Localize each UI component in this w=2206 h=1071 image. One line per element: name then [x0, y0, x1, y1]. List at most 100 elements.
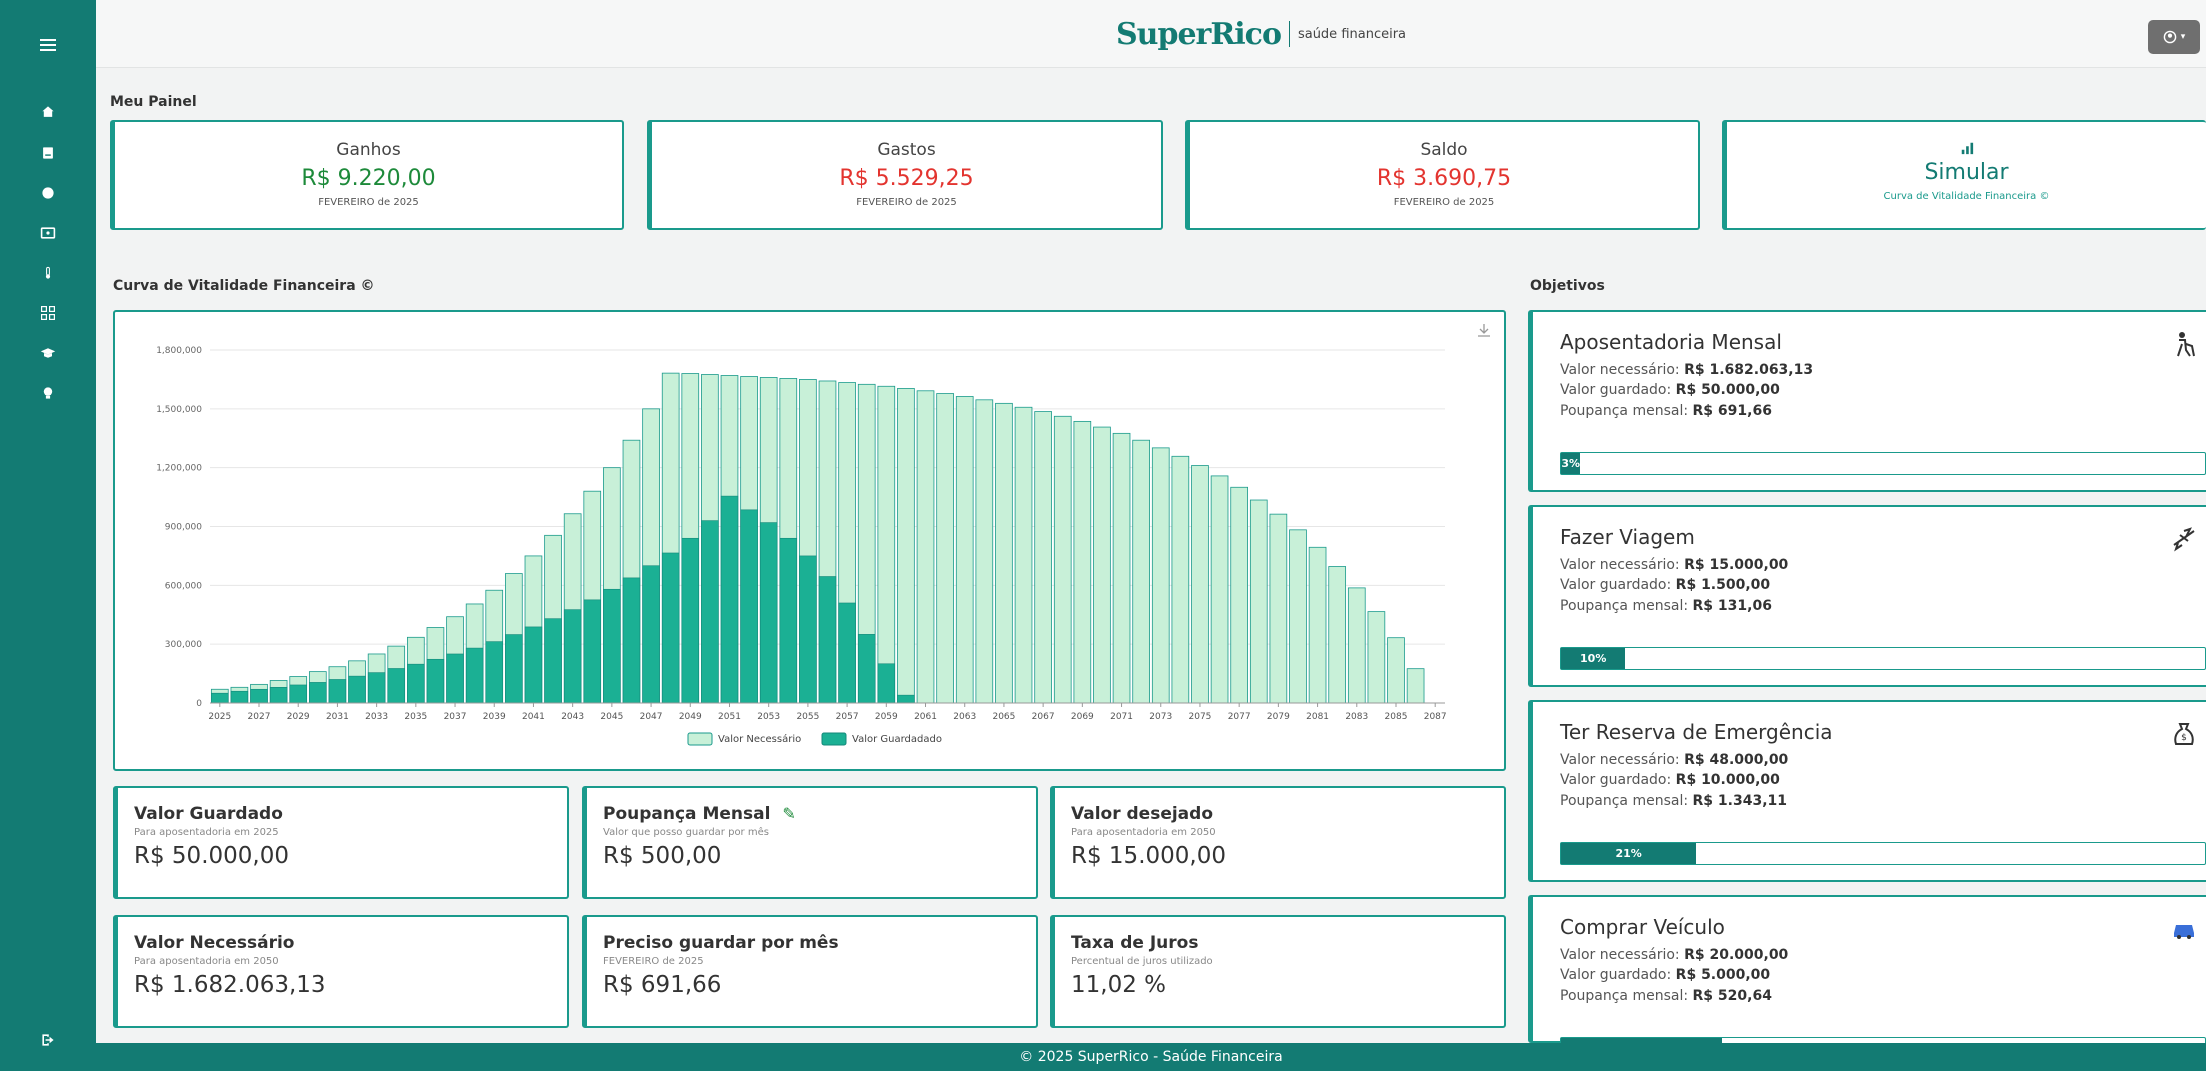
info-card-valor-guardado: Valor Guardado Para aposentadoria em 202… — [113, 786, 569, 899]
bar-valor-necessario — [1406, 668, 1425, 704]
bar-valor-guardado — [583, 599, 601, 704]
bar-valor-necessario — [1230, 486, 1248, 704]
y-tick-label: 300,000 — [165, 640, 202, 650]
money-icon[interactable] — [0, 218, 96, 248]
bar-valor-necessario — [1112, 432, 1131, 704]
x-tick-label: 2065 — [992, 712, 1015, 722]
stat-label: Gastos — [877, 140, 936, 160]
brand[interactable]: SuperRico saúde financeira — [1116, 0, 1406, 68]
info-title: Poupança Mensal — [603, 804, 771, 824]
info-card-preciso-guardar: Preciso guardar por mês FEVEREIRO de 202… — [582, 915, 1038, 1028]
x-tick-label: 2035 — [404, 712, 427, 722]
bar-valor-guardado — [720, 495, 739, 704]
info-card-taxa-juros: Taxa de Juros Percentual de juros utiliz… — [1050, 915, 1506, 1028]
svg-text:$: $ — [2181, 733, 2187, 743]
y-tick-label: 1,200,000 — [156, 464, 202, 474]
goal-saved: Valor guardado: R$ 50.000,00 — [1560, 382, 1780, 399]
stat-card-gastos: Gastos R$ 5.529,25 FEVEREIRO de 2025 — [647, 120, 1163, 230]
bar-valor-necessario — [1249, 499, 1268, 704]
goal-card-reserva[interactable]: Ter Reserva de Emergência $ Valor necess… — [1528, 700, 2206, 882]
bar-valor-guardado — [250, 688, 268, 704]
info-title: Valor Guardado — [134, 804, 283, 824]
globe-icon[interactable] — [0, 178, 96, 208]
thermometer-icon[interactable] — [0, 258, 96, 288]
y-tick-label: 600,000 — [165, 581, 202, 591]
goal-card-viagem[interactable]: Fazer Viagem Valor necessário: R$ 15.000… — [1528, 505, 2206, 687]
bar-valor-guardado — [897, 694, 915, 704]
bar-valor-guardado — [642, 565, 660, 704]
goal-progress-fill: 21% — [1561, 843, 1697, 864]
bar-valor-guardado — [309, 682, 327, 704]
bar-valor-guardado — [211, 692, 229, 704]
bar-valor-necessario — [1347, 587, 1366, 704]
bar-valor-guardado — [348, 675, 366, 704]
bar-valor-necessario — [1073, 420, 1092, 704]
brand-tagline: saúde financeira — [1297, 26, 1407, 42]
wallet-icon[interactable] — [0, 138, 96, 168]
info-title: Valor Necessário — [134, 933, 295, 953]
x-tick-label: 2081 — [1306, 712, 1329, 722]
bar-valor-necessario — [1132, 439, 1150, 704]
pencil-icon[interactable]: ✎ — [782, 804, 795, 823]
lightbulb-icon[interactable] — [0, 378, 96, 408]
goal-card-aposentadoria[interactable]: Aposentadoria Mensal Valor necessário: R… — [1528, 310, 2206, 492]
bar-valor-guardado — [799, 555, 817, 704]
goal-monthly: Poupança mensal: R$ 131,06 — [1560, 597, 1772, 614]
bar-valor-guardado — [779, 537, 798, 704]
user-menu-button[interactable]: ▾ — [2148, 20, 2200, 54]
stat-label: Saldo — [1420, 140, 1468, 160]
bar-valor-guardado — [446, 653, 464, 704]
bar-valor-necessario — [936, 393, 954, 704]
brand-separator — [1288, 21, 1290, 47]
stat-label: Ganhos — [336, 140, 401, 160]
x-tick-label: 2085 — [1385, 712, 1408, 722]
bar-valor-guardado — [701, 520, 719, 704]
bar-valor-necessario — [1191, 465, 1209, 704]
stat-value: R$ 3.690,75 — [1376, 166, 1512, 191]
simulate-card[interactable]: Simular Curva de Vitalidade Financeira © — [1722, 120, 2206, 230]
goal-needed: Valor necessário: R$ 15.000,00 — [1560, 557, 1789, 573]
bar-valor-necessario — [1210, 475, 1229, 704]
bar-valor-guardado — [818, 576, 837, 704]
airplane-icon — [2173, 527, 2195, 552]
vitality-chart: 0 300,000 600,000 900,000 1,200,000 1,500,000… — [156, 346, 1447, 746]
goal-progress-bar: 3% — [1560, 452, 2206, 475]
goal-needed: Valor necessário: R$ 48.000,00 — [1560, 752, 1789, 768]
goal-progress-fill: 10% — [1561, 648, 1626, 669]
grid-icon[interactable] — [0, 298, 96, 328]
goal-title: Fazer Viagem — [1560, 525, 1695, 549]
info-sub: Para aposentadoria em 2050 — [134, 956, 279, 967]
info-title: Valor desejado — [1071, 804, 1214, 824]
x-tick-label: 2073 — [1149, 712, 1172, 722]
legend-label-valor-necessario: Valor Necessário — [718, 733, 801, 745]
logout-icon[interactable] — [0, 1025, 96, 1055]
x-tick-label: 2041 — [522, 712, 545, 722]
goal-saved: Valor guardado: R$ 1.500,00 — [1560, 577, 1771, 594]
info-title: Preciso guardar por mês — [603, 933, 839, 953]
chart-card: 0 300,000 600,000 900,000 1,200,000 1,500,000… — [113, 310, 1506, 771]
x-tick-label: 2053 — [757, 712, 780, 722]
home-icon[interactable] — [0, 97, 96, 127]
bar-valor-guardado — [544, 618, 562, 704]
bar-valor-guardado — [328, 679, 347, 704]
top-bar: SuperRico saúde financeira ▾ — [96, 0, 2206, 68]
info-title: Taxa de Juros — [1071, 933, 1199, 953]
bar-valor-necessario — [1289, 529, 1307, 704]
x-tick-label: 2059 — [875, 712, 898, 722]
menu-icon[interactable] — [0, 30, 96, 60]
bar-valor-guardado — [524, 626, 543, 704]
bar-valor-necessario — [1387, 637, 1405, 704]
info-card-poupanca-mensal: Poupança Mensal ✎ Valor que posso guardar… — [582, 786, 1038, 899]
y-tick-label: 900,000 — [165, 523, 202, 533]
simulate-sub: Curva de Vitalidade Financeira © — [1883, 191, 2050, 202]
goal-title: Comprar Veículo — [1560, 915, 1725, 939]
bar-valor-guardado — [603, 588, 621, 704]
x-tick-label: 2067 — [1032, 712, 1055, 722]
download-icon[interactable] — [1476, 322, 1492, 338]
x-tick-label: 2047 — [640, 712, 663, 722]
graduation-icon[interactable] — [0, 338, 96, 368]
goal-progress-fill: 3% — [1561, 453, 1581, 474]
x-tick-label: 2031 — [326, 712, 349, 722]
goal-card-veiculo[interactable]: Comprar Veículo Valor necessário: R$ 20.… — [1528, 895, 2206, 1060]
x-tick-label: 2057 — [836, 712, 859, 722]
